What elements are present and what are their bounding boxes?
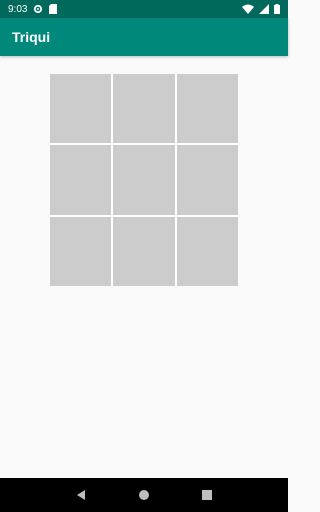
recents-icon bbox=[201, 489, 213, 501]
board-cell-3-1[interactable] bbox=[50, 216, 112, 286]
tic-tac-toe-board bbox=[50, 74, 238, 286]
back-icon bbox=[75, 489, 87, 501]
recents-button[interactable] bbox=[195, 483, 219, 507]
board-cell-1-1[interactable] bbox=[50, 74, 112, 144]
board-cell-3-3[interactable] bbox=[176, 216, 238, 286]
status-time: 9:03 bbox=[8, 3, 28, 15]
home-button[interactable] bbox=[132, 483, 156, 507]
app-title: Triqui bbox=[12, 29, 51, 45]
sd-card-icon bbox=[49, 4, 58, 14]
app-bar: Triqui bbox=[0, 18, 288, 56]
battery-icon bbox=[274, 4, 280, 14]
status-bar: 9:03 bbox=[0, 0, 288, 18]
wifi-icon bbox=[242, 4, 254, 14]
navigation-bar bbox=[0, 478, 288, 512]
signal-icon bbox=[259, 4, 269, 14]
gear-icon bbox=[33, 4, 43, 14]
status-left: 9:03 bbox=[8, 3, 58, 15]
board-cell-2-3[interactable] bbox=[176, 145, 238, 215]
board-cell-2-2[interactable] bbox=[113, 145, 175, 215]
board-cell-3-2[interactable] bbox=[113, 216, 175, 286]
board-cell-1-2[interactable] bbox=[113, 74, 175, 144]
board-cell-1-3[interactable] bbox=[176, 74, 238, 144]
back-button[interactable] bbox=[69, 483, 93, 507]
status-right bbox=[242, 4, 280, 14]
home-icon bbox=[138, 489, 150, 501]
board-cell-2-1[interactable] bbox=[50, 145, 112, 215]
